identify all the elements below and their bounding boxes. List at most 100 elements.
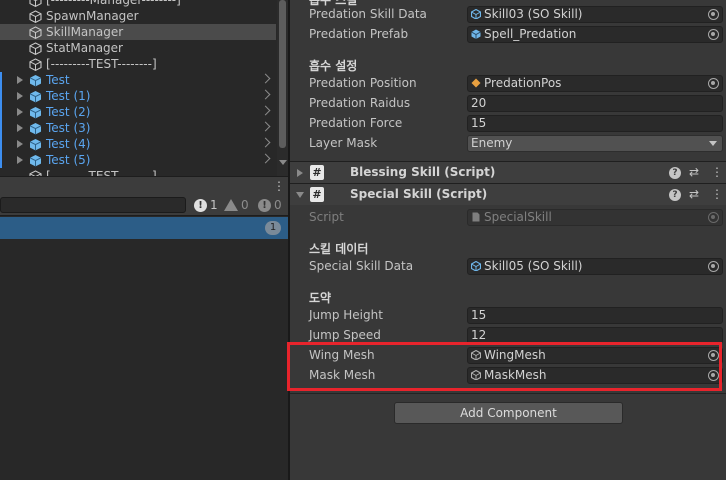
field-label: Predation Position [309,76,417,90]
prefab-override-bar [0,104,2,120]
gameobject-cube-icon [29,0,42,8]
hierarchy-scrollbar[interactable] [277,0,288,176]
object-picker-icon[interactable] [708,261,719,272]
chevron-right-icon[interactable] [260,73,271,84]
object-picker-icon [708,212,719,223]
prefab-cube-icon [29,122,42,135]
add-component-button[interactable]: Add Component [394,402,623,424]
number-value: 15 [471,308,487,322]
object-field[interactable]: PredationPos [467,75,723,92]
foldout-arrow-icon[interactable] [17,108,23,116]
object-picker-icon[interactable] [708,78,719,89]
gameobject-cube-icon [29,58,42,72]
prefab-override-bar [0,136,2,152]
inspector-panel: 흡수 스킬 Predation Skill Data Skill03 (SO S… [290,0,726,480]
foldout-arrow-icon[interactable] [17,124,23,132]
preset-icon[interactable]: ⇄ [689,165,699,179]
scroll-down-arrow-icon[interactable] [279,160,287,165]
warning-count-toggle[interactable]: 0 [224,197,249,213]
hierarchy-item[interactable]: SpawnManager [0,8,276,24]
script-object-field: SpecialSkill [467,209,723,226]
chevron-right-icon[interactable] [260,105,271,116]
chevron-right-icon[interactable] [260,137,271,148]
foldout-expanded-icon[interactable] [296,192,304,198]
chevron-right-icon[interactable] [260,153,271,164]
hierarchy-item[interactable]: Test (2) [0,104,276,120]
hierarchy-item-label: SkillManager [46,25,124,39]
console-menu-icon[interactable]: ⋮ [273,179,285,193]
hierarchy-item[interactable]: Test (3) [0,120,276,136]
hierarchy-item[interactable]: SkillManager [0,24,276,40]
hierarchy-item[interactable]: [---------TEST--------] [0,56,276,72]
prefab-cube-icon [29,138,42,151]
foldout-collapsed-icon[interactable] [297,169,303,177]
number-input[interactable]: 20 [467,95,723,112]
section-header-jump: 도약 [309,291,332,305]
foldout-arrow-icon[interactable] [17,92,23,100]
field-predation-force: Predation Force 15 [290,114,726,132]
gameobject-cube-icon [29,42,42,56]
hierarchy-item-label: Test (1) [46,89,91,103]
hierarchy-item-label: [---------TEST--------] [46,57,157,71]
number-input[interactable]: 15 [467,115,723,132]
transform-icon [471,78,481,88]
component-title: Blessing Skill (Script) [350,165,496,179]
hierarchy-item[interactable]: Test (4) [0,136,276,152]
preset-icon[interactable]: ⇄ [689,187,699,201]
object-field[interactable]: Skill05 (SO Skill) [467,258,723,275]
component-header-special-skill[interactable]: # Special Skill (Script) ? ⇄ ⋮ [290,183,726,205]
object-field-value: Skill05 (SO Skill) [484,259,583,273]
object-picker-icon[interactable] [708,29,719,40]
console-search-input[interactable] [0,197,186,213]
foldout-arrow-icon[interactable] [17,156,23,164]
prefab-icon [471,29,481,39]
help-icon[interactable]: ? [669,189,681,201]
component-title: Special Skill (Script) [350,187,488,201]
foldout-arrow-icon[interactable] [17,76,23,84]
hierarchy-item-label: Test (5) [46,153,91,167]
object-field[interactable]: Spell_Predation [467,26,723,43]
field-predation-skill-data: Predation Skill Data Skill03 (SO Skill) [290,5,726,23]
object-field-value: PredationPos [484,76,562,90]
prefab-cube-icon [29,74,42,87]
info-count: 0 [274,198,282,212]
hierarchy-item[interactable]: [---------Manager--------] [0,0,276,8]
help-icon[interactable]: ? [669,167,681,179]
number-input[interactable]: 15 [467,307,723,324]
number-value: 12 [471,328,487,342]
component-menu-icon[interactable]: ⋮ [711,165,723,179]
foldout-arrow-icon[interactable] [17,140,23,148]
hierarchy-item-label: [---------Manager--------] [46,0,181,7]
dropdown-arrow-icon [709,141,717,146]
field-label: Special Skill Data [309,259,414,273]
field-layer-mask: Layer Mask Enemy [290,134,726,152]
field-predation-prefab: Predation Prefab Spell_Predation [290,25,726,43]
field-label: Predation Prefab [309,27,409,41]
scriptable-object-icon [471,261,481,271]
prefab-cube-icon [29,154,42,167]
object-field-value: Spell_Predation [484,27,577,41]
object-field[interactable]: Skill03 (SO Skill) [467,6,723,23]
console-log-row[interactable]: 1 [0,217,288,239]
hierarchy-item-label: SpawnManager [46,9,139,23]
gameobject-cube-icon [29,26,42,40]
info-count-toggle[interactable]: ! 0 [258,197,282,213]
component-header-blessing-skill[interactable]: # Blessing Skill (Script) ? ⇄ ⋮ [290,161,726,183]
object-picker-icon[interactable] [708,9,719,20]
hierarchy-item[interactable]: StatManager [0,40,276,56]
chevron-right-icon[interactable] [260,89,271,100]
hierarchy-scrollbar-thumb[interactable] [279,0,286,148]
hierarchy-item[interactable]: Test (1) [0,88,276,104]
hierarchy-item-label: Test (3) [46,121,91,135]
error-count-toggle[interactable]: ! 1 [194,197,218,213]
hierarchy-item[interactable]: Test [0,72,276,88]
error-icon: ! [194,198,207,212]
field-jump-height: Jump Height 15 [290,306,726,324]
script-icon: # [310,165,324,180]
component-menu-icon[interactable]: ⋮ [711,187,723,201]
number-value: 20 [471,96,487,110]
field-special-skill-data: Special Skill Data Skill05 (SO Skill) [290,257,726,275]
hierarchy-item[interactable]: Test (5) [0,152,276,168]
layer-mask-dropdown[interactable]: Enemy [467,135,723,152]
chevron-right-icon[interactable] [260,121,271,132]
